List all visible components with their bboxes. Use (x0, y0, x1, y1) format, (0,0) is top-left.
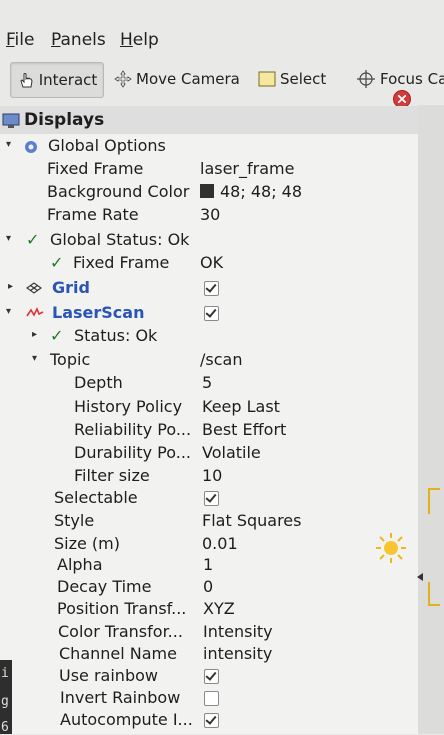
reliability-policy-value[interactable]: Best Effort (202, 420, 286, 439)
depth-value[interactable]: 5 (202, 373, 212, 392)
select-tool-button[interactable]: Select (258, 62, 326, 96)
displays-panel-header: Displays (0, 106, 418, 135)
tree-row-filter-size[interactable]: Filter size 10 (0, 465, 418, 488)
use-rainbow-checkbox[interactable] (204, 669, 219, 684)
tree-row-global-status[interactable]: ▾ ✓ Global Status: Ok (0, 229, 418, 252)
tree-row-fixed-frame[interactable]: Fixed Frame laser_frame (0, 158, 418, 181)
color-transformer-value[interactable]: Intensity (203, 622, 273, 641)
move-camera-tool-button[interactable]: Move Camera (114, 62, 240, 96)
menu-help[interactable]: Help (120, 30, 159, 50)
tree-row-color-transformer[interactable]: Color Transfor... Intensity (0, 621, 418, 644)
collapsed-arrow-icon[interactable]: ▸ (32, 329, 37, 340)
menubar: File Panels Help (0, 24, 444, 56)
tree-row-use-rainbow[interactable]: Use rainbow (0, 665, 418, 688)
channel-name-value[interactable]: intensity (203, 644, 272, 663)
filter-size-value[interactable]: 10 (202, 466, 222, 485)
displays-panel-title: Displays (24, 110, 105, 130)
laserscan-enabled-checkbox[interactable] (204, 306, 219, 321)
expand-arrow-icon[interactable]: ▾ (6, 139, 11, 150)
frame-rate-value[interactable]: 30 (200, 205, 220, 224)
tree-row-background-color[interactable]: Background Color 48; 48; 48 (0, 181, 418, 204)
fixed-frame-value[interactable]: laser_frame (200, 159, 294, 178)
tree-row-topic[interactable]: ▾ Topic /scan (0, 349, 418, 372)
durability-policy-value[interactable]: Volatile (202, 443, 261, 462)
tree-row-grid[interactable]: ▸ Grid (0, 277, 418, 300)
focus-target-icon (357, 70, 375, 88)
size-value[interactable]: 0.01 (202, 534, 238, 553)
tree-row-position-transformer[interactable]: Position Transf... XYZ (0, 598, 418, 621)
select-box-icon (258, 71, 276, 87)
checkmark-icon: ✓ (26, 230, 40, 249)
grid-icon (26, 282, 42, 294)
menu-panels[interactable]: Panels (51, 30, 106, 50)
tree-row-laserscan-status[interactable]: ▸ ✓ Status: Ok (0, 325, 418, 348)
invert-rainbow-checkbox[interactable] (204, 691, 219, 706)
tree-row-selectable[interactable]: Selectable (0, 487, 418, 510)
laserscan-icon (26, 307, 44, 317)
menu-file[interactable]: File (6, 30, 34, 50)
tree-row-decay-time[interactable]: Decay Time 0 (0, 576, 418, 599)
render-view-edge[interactable] (418, 105, 444, 734)
move-arrows-icon (114, 70, 132, 88)
tree-row-alpha[interactable]: Alpha 1 (0, 554, 418, 577)
tree-row-reliability-policy[interactable]: Reliability Po... Best Effort (0, 419, 418, 442)
tree-row-style[interactable]: Style Flat Squares (0, 510, 418, 533)
toolbar: Interact Move Camera Select Focus Ca (0, 56, 444, 104)
gear-icon (25, 141, 37, 153)
tree-row-frame-rate[interactable]: Frame Rate 30 (0, 204, 418, 227)
topic-value[interactable]: /scan (200, 350, 242, 369)
tree-row-laserscan[interactable]: ▾ LaserScan (0, 302, 418, 325)
tree-row-global-options[interactable]: ▾ Global Options (0, 135, 418, 158)
grid-enabled-checkbox[interactable] (204, 281, 219, 296)
camera-focal-bracket (428, 488, 440, 514)
collapsed-arrow-icon[interactable]: ▸ (8, 281, 13, 292)
history-policy-value[interactable]: Keep Last (202, 397, 280, 416)
expand-arrow-icon[interactable]: ▾ (32, 353, 37, 364)
checkmark-icon: ✓ (50, 326, 64, 345)
light-sun-icon (376, 533, 406, 563)
color-swatch[interactable] (200, 184, 214, 198)
expand-arrow-icon[interactable]: ▾ (6, 306, 11, 317)
displays-tree: ▾ Global Options Fixed Frame laser_frame… (0, 134, 418, 734)
camera-focal-bracket (428, 582, 440, 606)
monitor-icon (2, 113, 20, 128)
style-value[interactable]: Flat Squares (202, 511, 301, 530)
decay-time-value[interactable]: 0 (203, 577, 213, 596)
tree-row-durability-policy[interactable]: Durability Po... Volatile (0, 442, 418, 465)
autocompute-intensity-checkbox[interactable] (204, 713, 219, 728)
hand-pointer-icon (20, 73, 33, 88)
background-color-value[interactable]: 48; 48; 48 (200, 182, 302, 201)
expand-arrow-icon[interactable]: ▾ (6, 233, 11, 244)
splitter-arrow-icon[interactable] (417, 573, 423, 581)
tree-row-invert-rainbow[interactable]: Invert Rainbow (0, 687, 418, 710)
tree-row-channel-name[interactable]: Channel Name intensity (0, 643, 418, 666)
tree-row-status-fixed-frame[interactable]: ✓ Fixed Frame OK (0, 252, 418, 275)
terminal-edge: i g 6 (0, 660, 12, 735)
tree-row-autocompute-intensity[interactable]: Autocompute I... (0, 709, 418, 732)
tree-row-depth[interactable]: Depth 5 (0, 372, 418, 395)
alpha-value[interactable]: 1 (203, 555, 213, 574)
position-transformer-value[interactable]: XYZ (203, 599, 235, 618)
tree-row-size[interactable]: Size (m) 0.01 (0, 533, 418, 556)
interact-tool-button[interactable]: Interact (10, 62, 104, 98)
tree-row-history-policy[interactable]: History Policy Keep Last (0, 396, 418, 419)
checkmark-icon: ✓ (50, 253, 64, 272)
selectable-checkbox[interactable] (204, 491, 219, 506)
